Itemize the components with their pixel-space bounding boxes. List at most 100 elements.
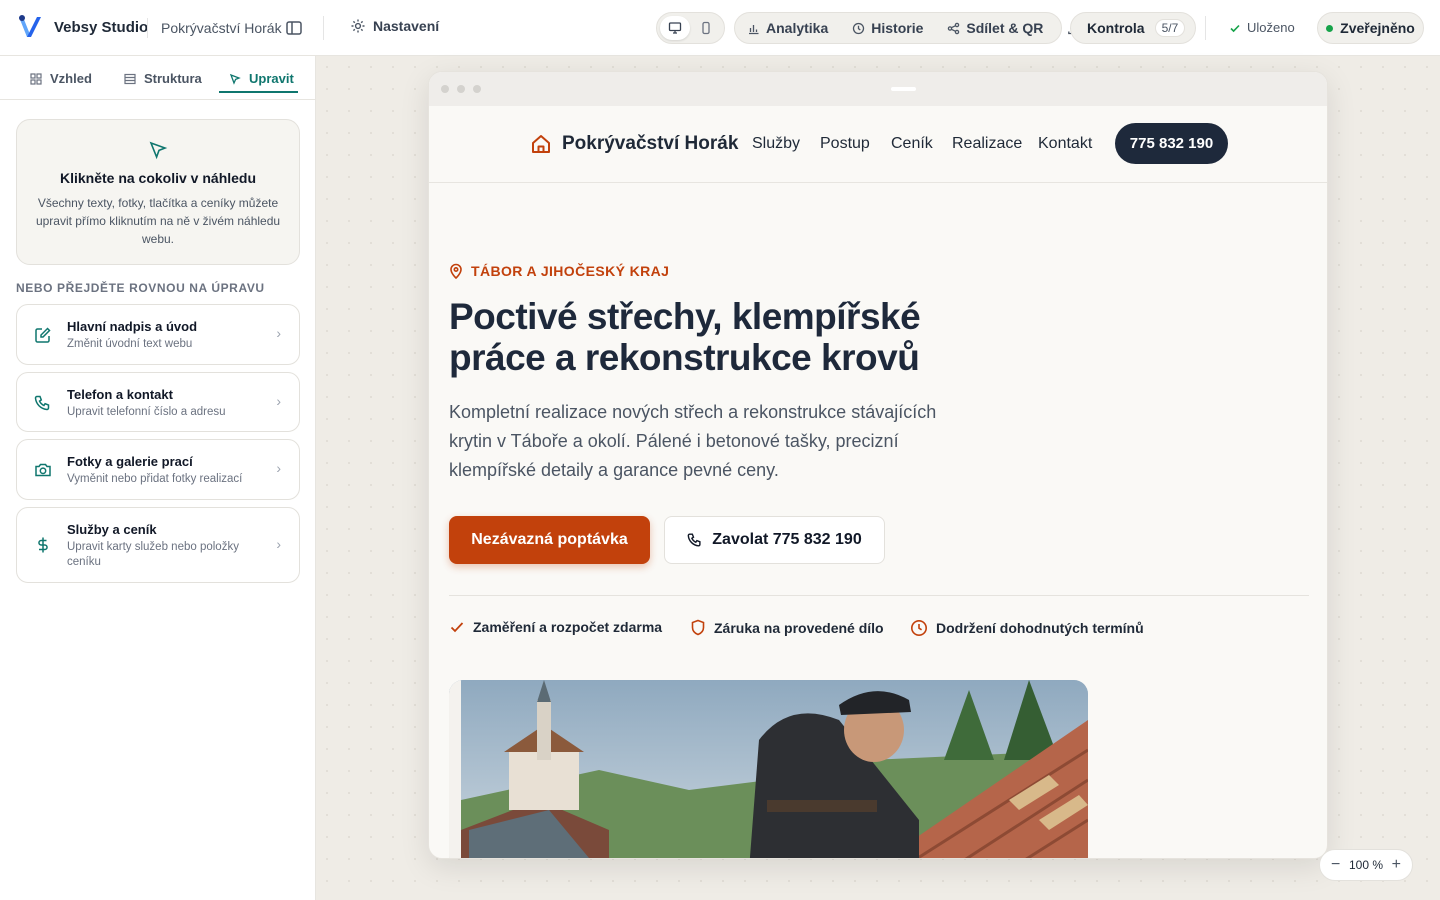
shield-icon <box>691 619 705 636</box>
camera-icon <box>35 463 51 477</box>
browser-bar <box>429 72 1327 106</box>
zoom-out-icon[interactable]: − <box>1331 856 1340 874</box>
feature-item: Dodržení dohodnutých termínů <box>910 619 1144 637</box>
saved-label: Uloženo <box>1247 20 1295 35</box>
gear-icon <box>351 19 365 33</box>
check-count-badge: 5/7 <box>1154 19 1186 37</box>
status-dot-icon <box>1326 24 1334 32</box>
project-name[interactable]: Pokrývačství Horák <box>161 20 282 36</box>
hero-photo[interactable] <box>449 680 1088 858</box>
analytics-button[interactable]: Analytika <box>747 20 828 36</box>
location-tag: TÁBOR A JIHOČESKÝ KRAJ <box>449 263 669 279</box>
settings-label: Nastavení <box>373 18 440 34</box>
layout-icon <box>124 73 136 84</box>
bar-chart-icon <box>749 24 759 34</box>
call-button[interactable]: Zavolat 775 832 190 <box>664 516 885 564</box>
hero-title[interactable]: Poctivé střechy, klempířské práce a reko… <box>449 296 969 378</box>
browser-preview-frame: Pokrývačství Horák Služby Postup Ceník R… <box>428 71 1328 859</box>
smartphone-icon <box>702 21 710 35</box>
tab-structure[interactable]: Struktura <box>124 71 202 86</box>
settings-button[interactable]: Nastavení <box>350 18 439 34</box>
feature-item: Záruka na provedené dílo <box>690 619 884 636</box>
history-button[interactable]: Historie <box>852 20 923 36</box>
zoom-control: − 100 % + <box>1319 849 1413 881</box>
sidebar: Vzhled Struktura Upravit Klikněte na cok… <box>0 56 316 900</box>
grid-icon <box>30 72 42 85</box>
share-label: Sdílet & QR <box>966 20 1044 36</box>
check-label: Kontrola <box>1087 20 1145 36</box>
divider <box>449 595 1309 596</box>
divider <box>1205 16 1206 40</box>
nav-link-process[interactable]: Postup <box>820 135 870 153</box>
check-icon <box>450 622 464 633</box>
phone-icon <box>34 395 50 411</box>
vebsy-logo-icon[interactable] <box>17 13 43 41</box>
tab-label: Vzhled <box>50 71 92 86</box>
window-dot-icon <box>457 85 465 93</box>
header-phone-button[interactable]: 775 832 190 <box>1115 123 1228 164</box>
share-icon <box>948 22 960 34</box>
card-subtitle: Vyměnit nebo přidat fotky realizací <box>67 473 243 485</box>
zoom-in-icon[interactable]: + <box>1392 856 1401 874</box>
site-header: Pokrývačství Horák Služby Postup Ceník R… <box>429 106 1327 183</box>
hint-title: Klikněte na cokoliv v náhledu <box>59 170 257 186</box>
map-pin-icon <box>450 263 462 279</box>
published-button[interactable]: Zveřejněno <box>1317 12 1424 44</box>
card-title: Hlavní nadpis a úvod <box>67 319 198 334</box>
divider <box>323 16 324 40</box>
tools-group: Analytika Historie Sdílet & QR <box>734 12 1080 44</box>
saved-status: Uloženo <box>1229 20 1295 35</box>
nav-link-contact[interactable]: Kontakt <box>1038 135 1092 153</box>
inquiry-button[interactable]: Nezávazná poptávka <box>449 516 650 564</box>
location-label: TÁBOR A JIHOČESKÝ KRAJ <box>471 263 670 279</box>
mobile-view-button[interactable] <box>692 16 722 40</box>
hint-text: Všechny texty, fotky, tlačítka a ceníky … <box>35 196 281 246</box>
roofer-photo <box>449 680 1088 858</box>
feature-item: Zaměření a rozpočet zdarma <box>449 619 662 635</box>
clock-icon <box>853 22 865 34</box>
monitor-icon <box>668 22 681 34</box>
chevron-right-icon: › <box>276 325 281 341</box>
nav-link-pricing[interactable]: Ceník <box>891 135 933 153</box>
card-subtitle: Upravit karty služeb nebo položky ceníku <box>67 541 239 568</box>
card-title: Fotky a galerie prací <box>67 454 193 469</box>
card-title: Telefon a kontakt <box>67 387 173 402</box>
device-switcher <box>656 12 725 44</box>
analytics-label: Analytika <box>766 20 829 36</box>
house-icon[interactable] <box>530 133 552 155</box>
sidebar-toggle-icon[interactable] <box>285 19 303 37</box>
card-subtitle: Upravit telefonní číslo a adresu <box>67 406 226 418</box>
nav-link-services[interactable]: Služby <box>752 135 800 153</box>
feature-label: Zaměření a rozpočet zdarma <box>473 619 663 635</box>
call-button-label: Zavolat 775 832 190 <box>712 531 862 548</box>
tab-edit[interactable]: Upravit <box>229 71 294 86</box>
chevron-right-icon: › <box>276 536 281 552</box>
active-tab-indicator <box>219 91 298 93</box>
quick-edit-contact[interactable]: Telefon a kontakt Upravit telefonní čísl… <box>16 372 300 432</box>
window-dot-icon <box>473 85 481 93</box>
hero-lead[interactable]: Kompletní realizace nových střech a reko… <box>449 398 949 485</box>
top-bar: Vebsy Studio Pokrývačství Horák Nastaven… <box>0 0 1440 56</box>
tab-label: Upravit <box>249 71 294 86</box>
quick-edit-heading: NEBO PŘEJDĚTE ROVNOU NA ÚPRAVU <box>16 281 265 295</box>
sidebar-tabs: Vzhled Struktura Upravit <box>0 56 315 100</box>
site-brand-name[interactable]: Pokrývačství Horák <box>562 133 738 155</box>
check-button[interactable]: Kontrola 5/7 <box>1070 12 1196 44</box>
clock-icon <box>911 620 927 636</box>
quick-edit-gallery[interactable]: Fotky a galerie prací Vyměnit nebo přida… <box>16 439 300 500</box>
address-pill <box>891 87 916 91</box>
published-label: Zveřejněno <box>1340 20 1415 36</box>
quick-edit-headline[interactable]: Hlavní nadpis a úvod Změnit úvodní text … <box>16 304 300 365</box>
phone-icon <box>687 533 701 547</box>
chevron-right-icon: › <box>276 460 281 476</box>
desktop-view-button[interactable] <box>660 16 690 40</box>
quick-edit-services[interactable]: Služby a ceník Upravit karty služeb nebo… <box>16 507 300 583</box>
share-qr-button[interactable]: Sdílet & QR <box>947 20 1043 36</box>
card-title: Služby a ceník <box>67 522 157 537</box>
nav-link-projects[interactable]: Realizace <box>952 135 1022 153</box>
edit-icon <box>35 327 51 343</box>
card-subtitle: Změnit úvodní text webu <box>67 338 193 350</box>
zoom-level: 100 % <box>1348 858 1384 872</box>
tab-appearance[interactable]: Vzhled <box>30 71 92 86</box>
feature-label: Záruka na provedené dílo <box>714 619 884 636</box>
